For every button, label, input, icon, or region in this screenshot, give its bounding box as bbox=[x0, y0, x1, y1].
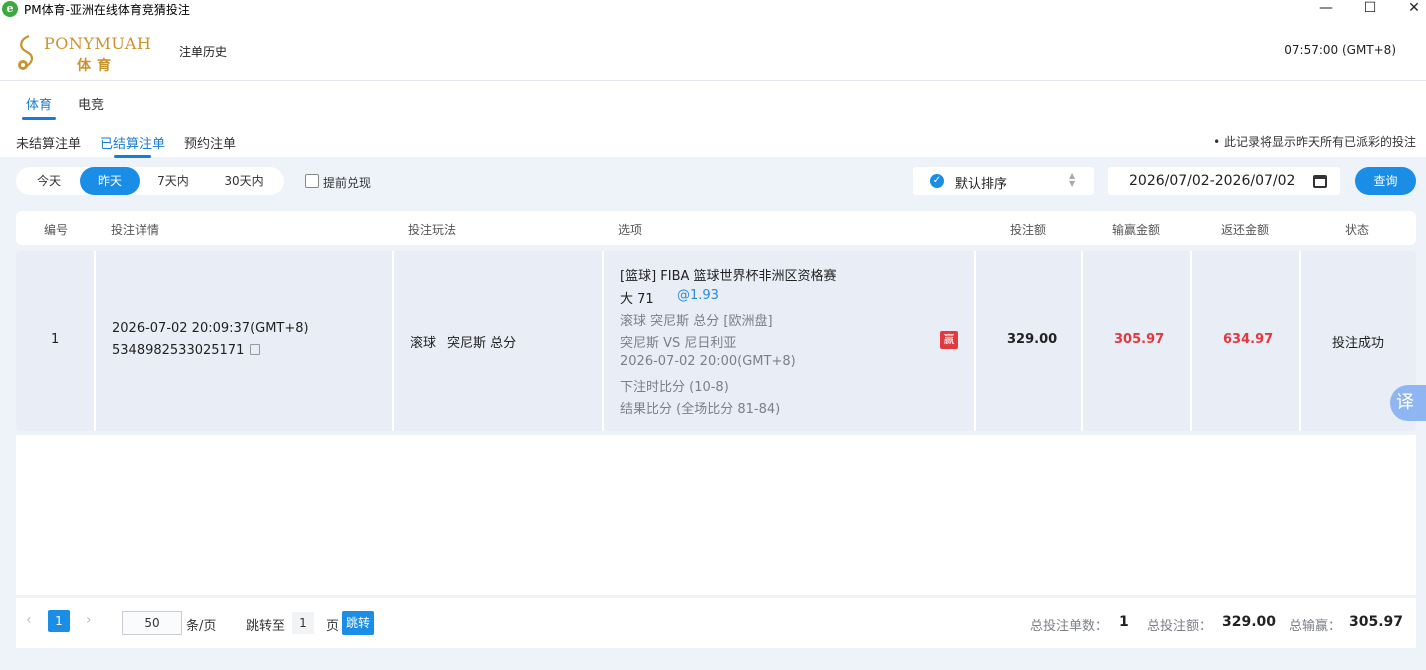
market-detail: 滚球 突尼斯 总分 [欧洲盘] bbox=[620, 314, 773, 329]
query-button[interactable]: 查询 bbox=[1355, 167, 1416, 195]
score-at-bet: 下注时比分 (10-8) bbox=[620, 380, 729, 395]
col-bet-details: 投注详情 bbox=[111, 223, 160, 237]
jump-button[interactable]: 跳转 bbox=[342, 611, 374, 635]
settled-notice: • 此记录将显示昨天所有已派彩的投注 bbox=[1213, 135, 1416, 149]
page-unit: 页 bbox=[326, 619, 340, 634]
sort-select[interactable]: ✓ 默认排序 ▲ ▼ bbox=[913, 167, 1094, 195]
cell-play-type: 滚球 突尼斯 总分 bbox=[394, 251, 604, 431]
selection-odds: @1.93 bbox=[677, 288, 719, 303]
jump-page-input[interactable]: 1 bbox=[292, 612, 314, 634]
date-range-group: 今天 昨天 7天内 30天内 bbox=[16, 167, 284, 195]
range-7days[interactable]: 7天内 bbox=[142, 167, 204, 195]
bet-id: 5348982533025171 bbox=[112, 343, 245, 358]
stake-amount: 329.00 bbox=[1007, 332, 1058, 347]
minimize-icon[interactable]: — bbox=[1306, 0, 1346, 19]
early-cashout-checkbox[interactable] bbox=[305, 174, 319, 188]
match-teams: 突尼斯 VS 尼日利亚 bbox=[620, 336, 737, 351]
total-winloss-value: 305.97 bbox=[1349, 614, 1404, 630]
brand-name: PONYMUAH bbox=[44, 34, 152, 53]
copy-icon[interactable] bbox=[250, 344, 261, 355]
tab-esports[interactable]: 电竞 bbox=[78, 94, 104, 113]
range-30days[interactable]: 30天内 bbox=[210, 167, 278, 195]
total-stake-value: 329.00 bbox=[1222, 614, 1277, 630]
range-yesterday[interactable]: 昨天 bbox=[80, 167, 140, 195]
logo-emblem-icon bbox=[18, 34, 33, 70]
play-market: 突尼斯 总分 bbox=[447, 336, 517, 351]
date-range-picker[interactable]: 2026/07/02-2026/07/02 bbox=[1108, 167, 1340, 195]
range-today[interactable]: 今天 bbox=[16, 167, 82, 195]
tab-unsettled[interactable]: 未结算注单 bbox=[16, 133, 81, 152]
win-loss-amount: 305.97 bbox=[1114, 332, 1165, 347]
col-selection: 选项 bbox=[618, 223, 643, 237]
col-status: 状态 bbox=[1345, 223, 1370, 237]
cell-stake: 329.00 bbox=[976, 251, 1083, 431]
cell-win-loss: 305.97 bbox=[1083, 251, 1192, 431]
nav-bet-history[interactable]: 注单历史 bbox=[179, 43, 227, 60]
total-count-value: 1 bbox=[1119, 614, 1129, 630]
row-index: 1 bbox=[51, 332, 60, 347]
bet-time: 2026-07-02 20:09:37(GMT+8) bbox=[112, 321, 309, 336]
jump-label: 跳转至 bbox=[246, 619, 286, 634]
cell-bet-details: 2026-07-02 20:09:37(GMT+8) 5348982533025… bbox=[96, 251, 394, 431]
table-row: 1 2026-07-02 20:09:37(GMT+8) 53489825330… bbox=[16, 251, 1416, 431]
window-titlebar: e PM体育-亚洲在线体育竞猜投注 — ☐ ✕ bbox=[0, 0, 1426, 18]
table-empty-area bbox=[16, 435, 1416, 595]
close-icon[interactable]: ✕ bbox=[1394, 0, 1426, 19]
sort-updown-icon: ▲ ▼ bbox=[1069, 171, 1076, 188]
brand-logo[interactable]: PONYMUAH 体育 bbox=[15, 28, 155, 74]
translate-button[interactable]: 译 bbox=[1390, 385, 1426, 421]
cell-returned: 634.97 bbox=[1192, 251, 1301, 431]
page-size-select[interactable]: 50 bbox=[122, 611, 182, 635]
tab-reserved[interactable]: 预约注单 bbox=[184, 133, 236, 152]
returned-amount: 634.97 bbox=[1223, 332, 1274, 347]
app-header: PONYMUAH 体育 注单历史 07:57:00 (GMT+8) bbox=[0, 18, 1426, 81]
bet-status: 投注成功 bbox=[1332, 336, 1385, 351]
page-size-unit: 条/页 bbox=[186, 619, 217, 634]
tab-settled[interactable]: 已结算注单 bbox=[100, 133, 165, 158]
table-header: 编号 投注详情 投注玩法 选项 投注额 输赢金额 返还金额 状态 bbox=[16, 211, 1416, 245]
bet-id-line: 5348982533025171 bbox=[112, 343, 261, 358]
league-name: [篮球] FIBA 篮球世界杯非洲区资格赛 bbox=[620, 269, 837, 284]
cell-selection: [篮球] FIBA 篮球世界杯非洲区资格赛 大 71 @1.93 滚球 突尼斯 … bbox=[604, 251, 976, 431]
calendar-icon[interactable] bbox=[1313, 175, 1327, 188]
col-stake: 投注额 bbox=[1010, 223, 1047, 237]
maximize-icon[interactable]: ☐ bbox=[1350, 0, 1390, 19]
next-page-icon[interactable]: › bbox=[86, 612, 92, 628]
settlement-tabs: 未结算注单 已结算注单 预约注单 • 此记录将显示昨天所有已派彩的投注 bbox=[0, 121, 1426, 158]
pagination-bar: ‹ 1 › 50 条/页 跳转至 1 页 跳转 总投注单数： 1 总投注额： 3… bbox=[16, 598, 1416, 648]
total-stake-label: 总投注额： bbox=[1147, 619, 1213, 634]
tab-sports[interactable]: 体育 bbox=[21, 94, 57, 120]
check-circle-icon: ✓ bbox=[930, 174, 944, 188]
ie-browser-icon: e bbox=[2, 1, 18, 17]
cell-index: 1 bbox=[16, 251, 96, 431]
total-winloss-label: 总输赢： bbox=[1289, 619, 1342, 634]
col-index: 编号 bbox=[44, 223, 69, 237]
prev-page-icon[interactable]: ‹ bbox=[26, 612, 32, 628]
col-play-type: 投注玩法 bbox=[408, 223, 457, 237]
page-1-button[interactable]: 1 bbox=[48, 610, 70, 632]
final-score: 结果比分 (全场比分 81-84) bbox=[620, 402, 781, 417]
category-tabs: 体育 电竞 bbox=[0, 81, 1426, 121]
early-cashout-label[interactable]: 提前兑现 bbox=[323, 174, 371, 191]
clock: 07:57:00 (GMT+8) bbox=[1284, 43, 1396, 57]
sort-label: 默认排序 bbox=[955, 177, 1008, 192]
total-count-label: 总投注单数： bbox=[1030, 619, 1109, 634]
window-title: PM体育-亚洲在线体育竞猜投注 bbox=[24, 2, 190, 17]
match-time: 2026-07-02 20:00(GMT+8) bbox=[620, 354, 796, 369]
date-range-value: 2026/07/02-2026/07/02 bbox=[1129, 173, 1296, 189]
col-win-loss: 输赢金额 bbox=[1112, 223, 1161, 237]
play-type: 滚球 bbox=[410, 336, 437, 351]
win-badge: 赢 bbox=[940, 331, 958, 349]
col-returned: 返还金额 bbox=[1221, 223, 1270, 237]
brand-subtitle: 体育 bbox=[77, 58, 117, 74]
selection-value: 大 71 bbox=[620, 292, 654, 307]
